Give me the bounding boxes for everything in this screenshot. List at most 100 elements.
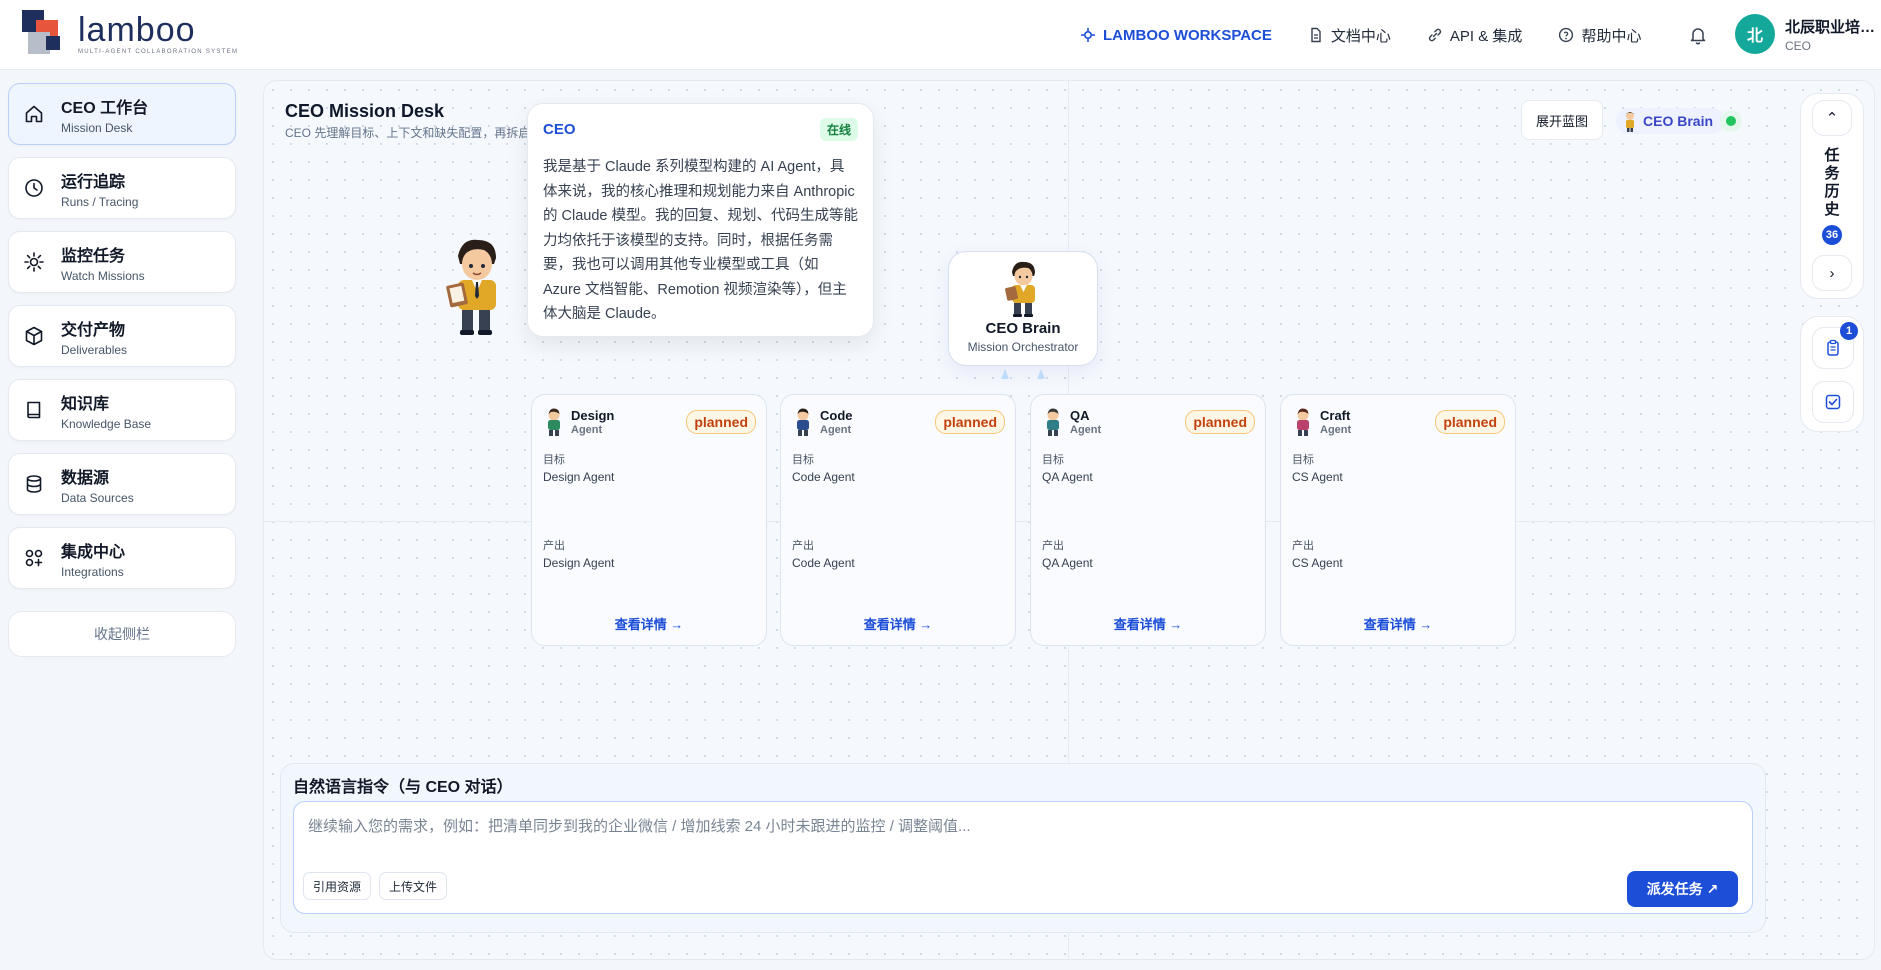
sidebar-item-runs-tracing[interactable]: 运行追踪 Runs / Tracing <box>8 157 236 219</box>
book-icon <box>27 401 41 419</box>
agent-card-qa[interactable]: QA Agent planned 目标 QA Agent 产出 QA Agent… <box>1030 394 1266 646</box>
cite-resource-button[interactable]: 引用资源 <box>303 872 372 900</box>
view-details-link[interactable]: 查看详情 → <box>532 614 766 633</box>
view-details-link[interactable]: 查看详情 → <box>1031 614 1265 633</box>
sidebar-item-title: 数据源 <box>61 469 110 487</box>
agent-card-design[interactable]: Design Agent planned 目标 Design Agent 产出 … <box>531 394 767 646</box>
agent-output-value: QA Agent <box>1042 556 1093 570</box>
nav-label: 文档中心 <box>1330 27 1391 45</box>
clipboard-icon <box>1827 339 1839 356</box>
sidebar-item-knowledge-base[interactable]: 知识库 Knowledge Base <box>8 379 236 441</box>
user-role: CEO <box>1785 38 1812 53</box>
user-menu[interactable]: 北 北辰职业培训学校 CEO <box>1735 14 1877 54</box>
top-bar: lamboo MULTI-AGENT COLLABORATION SYSTEM … <box>0 0 1881 70</box>
agent-output-label: 产出 <box>543 540 565 552</box>
agent-goal-value: Code Agent <box>792 470 855 484</box>
agent-name: Code <box>820 408 853 423</box>
sidebar: CEO 工作台 Mission Desk 运行追踪 Runs / Tracing… <box>8 83 236 657</box>
mission-canvas: CEO Mission Desk CEO 先理解目标、上下文和缺失配置，再拆启 … <box>263 80 1875 960</box>
agent-goal-value: Design Agent <box>543 470 615 484</box>
ceo-brain-character-icon <box>1005 261 1035 317</box>
user-name: 北辰职业培训学校 <box>1785 18 1877 36</box>
logo-wordmark: lamboo <box>78 11 196 49</box>
agent-goal-value: CS Agent <box>1292 470 1343 484</box>
craft-agent-avatar-icon <box>1297 408 1309 436</box>
clipboard-button[interactable]: 1 <box>1812 322 1858 369</box>
lamboo-logo[interactable]: lamboo MULTI-AGENT COLLABORATION SYSTEM <box>22 10 238 58</box>
ceo-brain-node[interactable]: CEO Brain Mission Orchestrator <box>948 251 1098 366</box>
agent-output-value: Code Agent <box>792 556 855 570</box>
sidebar-item-integrations[interactable]: 集成中心 Integrations <box>8 527 236 589</box>
agent-name: Craft <box>1320 408 1351 423</box>
avatar: 北 <box>1735 14 1775 54</box>
sidebar-item-title: 集成中心 <box>61 543 126 561</box>
help-icon <box>1559 27 1574 43</box>
status-badge: planned <box>1185 410 1255 434</box>
checkbox-icon <box>1825 394 1841 410</box>
view-details-link[interactable]: 查看详情 → <box>781 614 1015 633</box>
sidebar-item-subtitle: Mission Desk <box>61 120 133 135</box>
history-collapse-button[interactable]: ⌃ <box>1812 100 1852 136</box>
sidebar-item-watch-missions[interactable]: 监控任务 Watch Missions <box>8 231 236 293</box>
ceo-mini-avatar-icon <box>1626 112 1634 132</box>
logo-mark-icon <box>22 10 70 58</box>
upload-file-button[interactable]: 上传文件 <box>379 872 448 900</box>
agent-output-label: 产出 <box>1042 540 1064 552</box>
sidebar-item-data-sources[interactable]: 数据源 Data Sources <box>8 453 236 515</box>
quick-actions-panel: 1 <box>1800 316 1864 432</box>
ceo-brain-pill[interactable]: CEO Brain <box>1616 108 1726 134</box>
page-title: CEO Mission Desk <box>285 101 445 121</box>
clock-icon <box>25 179 43 197</box>
task-history-title: 任务历史 <box>1824 147 1840 218</box>
ceo-character-icon <box>446 239 496 335</box>
agent-goal-label: 目标 <box>1292 454 1314 466</box>
agent-goal-label: 目标 <box>543 454 565 466</box>
agent-goal-label: 目标 <box>792 454 814 466</box>
task-history-count-badge: 36 <box>1822 225 1842 245</box>
command-input[interactable] <box>308 816 1608 836</box>
collapse-sidebar-button[interactable]: 收起侧栏 <box>8 611 236 657</box>
speech-sender-name: CEO <box>543 121 576 138</box>
agent-goal-label: 目标 <box>1042 454 1064 466</box>
agent-role: Agent <box>1070 424 1102 436</box>
view-details-link[interactable]: 查看详情 → <box>1281 614 1515 633</box>
bell-icon[interactable] <box>1687 24 1709 46</box>
qa-agent-avatar-icon <box>1047 408 1059 436</box>
page-subtitle: CEO 先理解目标、上下文和缺失配置，再拆启 <box>285 126 531 140</box>
nav-label: API & 集成 <box>1449 27 1523 45</box>
code-agent-avatar-icon <box>797 408 809 436</box>
nav-docs[interactable]: 文档中心 <box>1308 25 1391 46</box>
agent-card-code[interactable]: Code Agent planned 目标 Code Agent 产出 Code… <box>780 394 1016 646</box>
sidebar-item-mission-desk[interactable]: CEO 工作台 Mission Desk <box>8 83 236 145</box>
agent-role: Agent <box>571 424 603 436</box>
command-panel-title: 自然语言指令（与 CEO 对话） <box>293 779 513 796</box>
checklist-button[interactable] <box>1812 381 1854 423</box>
sidebar-item-title: 运行追踪 <box>61 173 126 191</box>
agent-name: QA <box>1070 408 1090 423</box>
agent-name: Design <box>571 408 615 423</box>
document-icon <box>1311 27 1321 43</box>
status-badge: planned <box>686 410 756 434</box>
nav-help[interactable]: 帮助中心 <box>1558 25 1641 46</box>
sidebar-item-subtitle: Runs / Tracing <box>61 194 139 209</box>
agent-card-craft[interactable]: Craft Agent planned 目标 CS Agent 产出 CS Ag… <box>1280 394 1516 646</box>
nav-label: LAMBOO WORKSPACE <box>1103 26 1272 44</box>
sparkle-icon <box>1081 28 1095 42</box>
agent-role: Agent <box>820 424 852 436</box>
brain-node-title: CEO Brain <box>985 320 1061 337</box>
nav-lamboo-workspace[interactable]: LAMBOO WORKSPACE <box>1080 27 1272 44</box>
dispatch-task-button[interactable]: 派发任务 ↗ <box>1627 871 1738 907</box>
status-badge: planned <box>935 410 1005 434</box>
expand-blueprint-button[interactable]: 展开蓝图 <box>1521 100 1603 140</box>
link-icon <box>1428 28 1441 42</box>
sidebar-item-title: CEO 工作台 <box>61 99 149 117</box>
agent-output-value: Design Agent <box>543 556 615 570</box>
nav-label: 帮助中心 <box>1581 27 1642 45</box>
sidebar-item-title: 交付产物 <box>61 321 126 339</box>
status-badge: 在线 <box>819 118 858 141</box>
nav-api-integrations[interactable]: API & 集成 <box>1427 25 1523 46</box>
design-agent-avatar-icon <box>548 408 560 436</box>
history-next-button[interactable]: › <box>1812 255 1852 291</box>
sidebar-item-deliverables[interactable]: 交付产物 Deliverables <box>8 305 236 367</box>
notification-badge: 1 <box>1840 322 1858 340</box>
